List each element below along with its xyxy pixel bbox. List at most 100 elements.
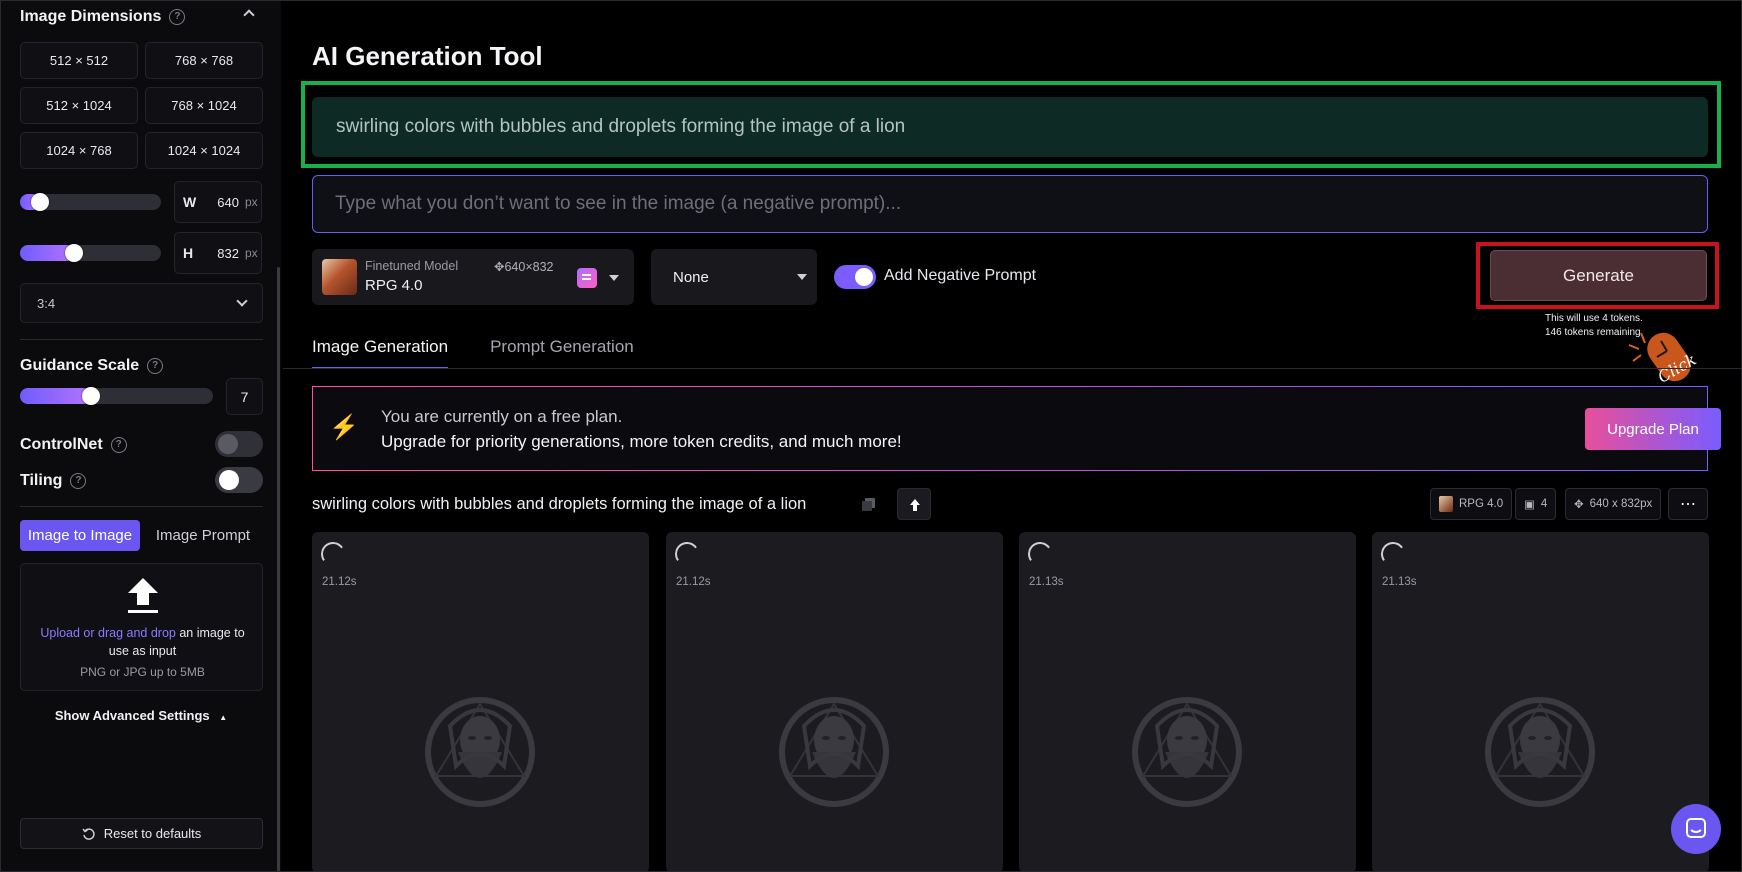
image-dimensions-header[interactable]: Image Dimensions ? (20, 8, 186, 26)
controlnet-toggle[interactable] (215, 431, 263, 457)
preset-1024x768[interactable]: 1024 × 768 (20, 132, 138, 169)
height-unit: px (245, 246, 258, 260)
result-model-chip: RPG 4.0 (1430, 488, 1513, 520)
ellipsis-icon: ⋯ (1680, 496, 1696, 513)
width-slider[interactable] (20, 193, 161, 211)
chevron-down-icon (797, 274, 807, 280)
divider (20, 339, 263, 340)
placeholder-logo-icon (778, 696, 890, 808)
height-value[interactable]: 832 (205, 246, 239, 261)
upload-instructions: Upload or drag and drop an image to use … (21, 624, 264, 660)
model-edit-icon[interactable] (577, 268, 597, 288)
result-size-chip: ✥ 640 x 832px (1565, 488, 1662, 520)
guidance-scale-title: Guidance Scale (20, 357, 140, 374)
upgrade-plan-button[interactable]: Upgrade Plan (1585, 408, 1721, 450)
help-icon[interactable]: ? (110, 437, 127, 453)
preset-768x768[interactable]: 768 × 768 (145, 42, 263, 79)
placeholder-logo-icon (1131, 696, 1243, 808)
result-model: RPG 4.0 (1459, 498, 1504, 510)
loading-spinner-icon (1026, 540, 1054, 568)
help-icon[interactable]: ? (147, 358, 164, 374)
width-value[interactable]: 640 (205, 195, 239, 210)
upload-link[interactable]: Upload or drag and drop (40, 626, 176, 640)
tiling-title: Tiling (20, 472, 63, 489)
chat-support-button[interactable] (1671, 804, 1721, 854)
negative-prompt-toggle[interactable] (834, 265, 876, 289)
caret-up-icon: ▲ (219, 713, 228, 722)
generate-button[interactable]: Generate (1490, 250, 1707, 301)
generation-time: 21.12s (322, 576, 357, 588)
preset-768x1024[interactable]: 768 × 1024 (145, 87, 263, 124)
model-thumbnail-small (1439, 496, 1453, 512)
model-thumbnail (322, 259, 357, 295)
model-caption: Finetuned Model (365, 259, 459, 273)
show-advanced-settings[interactable]: Show Advanced Settings ▲ (1, 708, 281, 723)
upload-icon (128, 578, 158, 613)
tab-prompt-generation[interactable]: Prompt Generation (490, 337, 634, 369)
reuse-prompt-button[interactable] (897, 488, 931, 520)
guidance-scale-header: Guidance Scale ? (20, 357, 164, 375)
loading-spinner-icon (319, 540, 347, 568)
dimension-presets: 512 × 512 768 × 768 512 × 1024 768 × 102… (20, 42, 263, 169)
tab-image-to-image[interactable]: Image to Image (20, 520, 140, 551)
chat-icon (1686, 818, 1706, 838)
click-cursor-icon: Click (1628, 332, 1697, 387)
preset-1024x1024[interactable]: 1024 × 1024 (145, 132, 263, 169)
model-selector[interactable]: Finetuned Model RPG 4.0 ✥640×832 (312, 249, 634, 305)
style-select[interactable]: None (651, 249, 817, 305)
negative-prompt-input[interactable]: Type what you don’t want to see in the i… (312, 175, 1708, 233)
height-label: H (183, 245, 194, 261)
more-options-button[interactable]: ⋯ (1668, 488, 1708, 520)
banner-line-1: You are currently on a free plan. (381, 407, 623, 426)
result-prompt: swirling colors with bubbles and droplet… (312, 495, 807, 513)
style-select-value: None (673, 268, 709, 286)
height-slider[interactable] (20, 244, 161, 262)
help-icon[interactable]: ? (70, 473, 87, 489)
help-icon[interactable]: ? (169, 9, 186, 25)
negative-prompt-label: Add Negative Prompt (884, 267, 1037, 284)
result-card[interactable]: 21.13s (1372, 532, 1709, 871)
guidance-slider-knob[interactable] (81, 387, 100, 405)
sidebar-scrollbar[interactable] (277, 267, 280, 871)
loading-spinner-icon (673, 540, 701, 568)
tab-image-prompt[interactable]: Image Prompt (140, 520, 266, 551)
tabs-divider (283, 368, 1741, 369)
height-field[interactable]: H 832 px (174, 232, 262, 274)
reset-defaults-button[interactable]: Reset to defaults (20, 818, 263, 849)
copy-icon[interactable] (861, 497, 876, 512)
result-card[interactable]: 21.12s (666, 532, 1003, 871)
height-slider-knob[interactable] (65, 244, 84, 262)
generation-tabs: Image Generation Prompt Generation (312, 337, 634, 369)
tab-image-generation[interactable]: Image Generation (312, 337, 449, 369)
guidance-scale-slider[interactable] (20, 387, 213, 405)
move-icon: ✥ (1574, 499, 1584, 511)
tiling-toggle[interactable] (215, 467, 263, 493)
preset-512x1024[interactable]: 512 × 1024 (20, 87, 138, 124)
width-slider-knob[interactable] (31, 193, 50, 211)
guidance-scale-value[interactable]: 7 (226, 378, 263, 415)
upload-formats: PNG or JPG up to 5MB (80, 665, 205, 679)
aspect-ratio-value: 3:4 (37, 295, 56, 311)
reset-label: Reset to defaults (103, 826, 202, 841)
upload-dropzone[interactable]: Upload or drag and drop an image to use … (20, 563, 263, 691)
chevron-down-icon[interactable] (609, 275, 619, 281)
model-dimensions-value: 640×832 (504, 260, 554, 274)
model-dimensions: ✥640×832 (494, 259, 554, 274)
prompt-input[interactable]: swirling colors with bubbles and droplet… (312, 97, 1708, 157)
tiling-toggle-knob (219, 470, 239, 490)
arrow-up-icon (910, 499, 920, 511)
model-name: RPG 4.0 (365, 277, 423, 294)
width-field[interactable]: W 640 px (174, 181, 262, 223)
result-card[interactable]: 21.12s (312, 532, 649, 871)
guidance-slider-fill (20, 388, 91, 404)
aspect-ratio-select[interactable]: 3:4 (20, 283, 263, 323)
generation-time: 21.12s (676, 576, 711, 588)
result-count-chip: ▣ 4 (1515, 488, 1557, 520)
chevron-up-icon[interactable] (243, 9, 255, 21)
divider (20, 506, 263, 507)
result-card[interactable]: 21.13s (1019, 532, 1356, 871)
lightning-icon: ⚡ (329, 414, 359, 441)
preset-512x512[interactable]: 512 × 512 (20, 42, 138, 79)
placeholder-logo-icon (1484, 696, 1596, 808)
result-count: 4 (1540, 498, 1548, 510)
